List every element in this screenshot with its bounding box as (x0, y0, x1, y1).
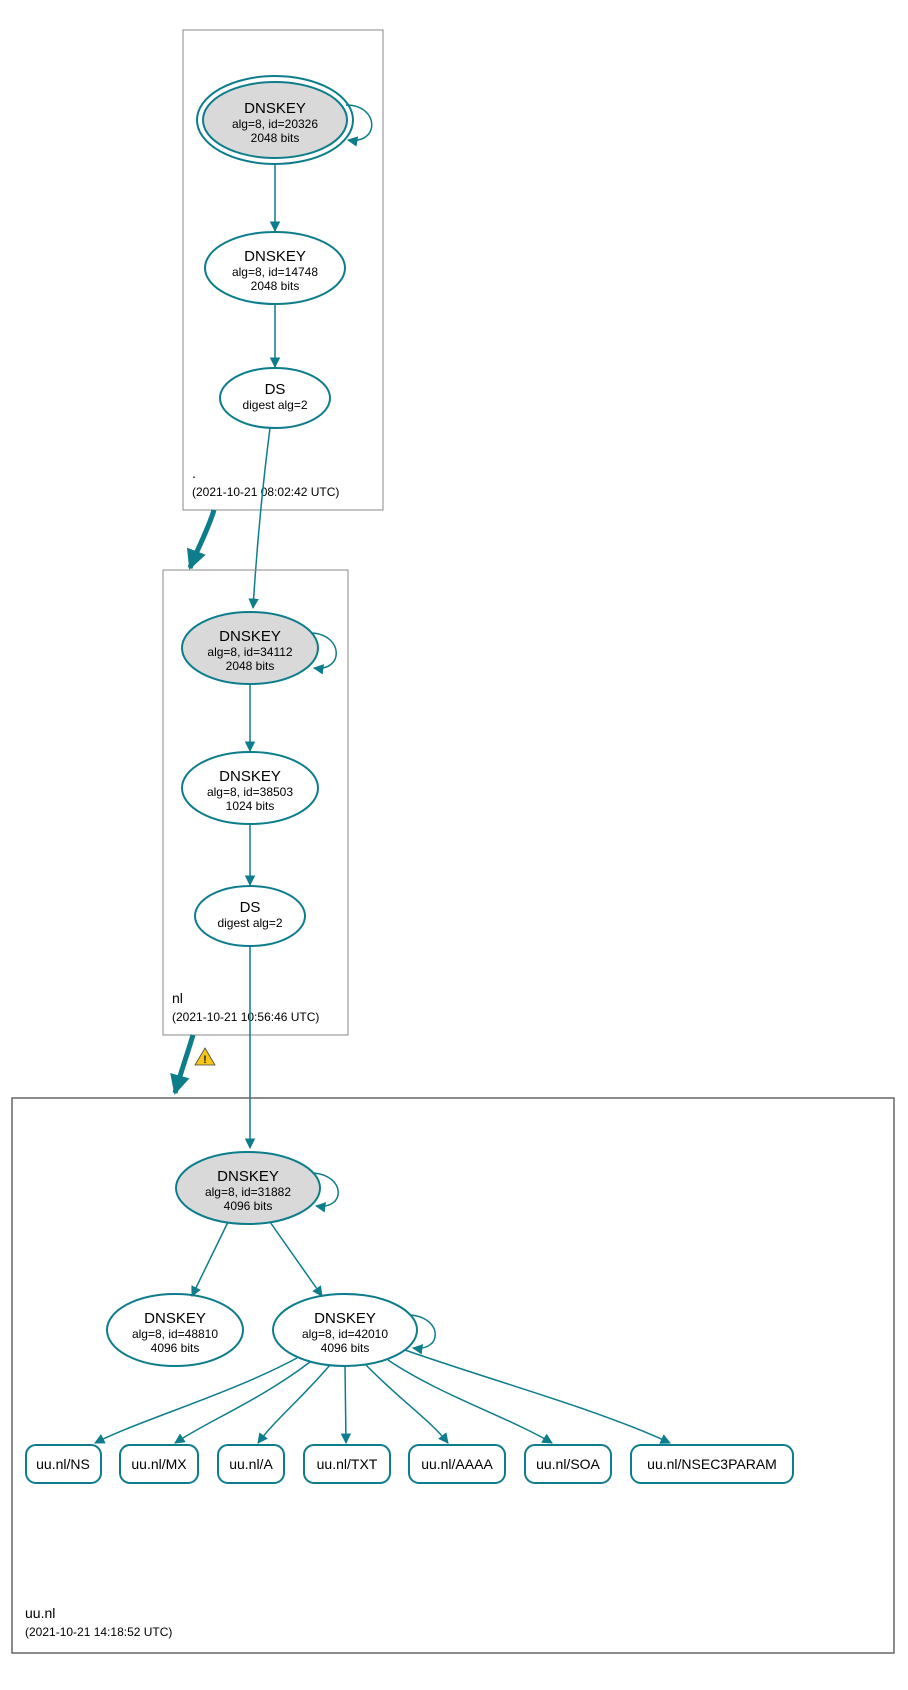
rr-mx: uu.nl/MX (120, 1445, 198, 1483)
uu-zsk2-sub2: 4096 bits (321, 1341, 370, 1355)
rr-txt: uu.nl/TXT (304, 1445, 390, 1483)
uu-ksk-sub1: alg=8, id=31882 (205, 1185, 291, 1199)
root-zone-ts: (2021-10-21 08:02:42 UTC) (192, 485, 339, 499)
svg-text:uu.nl/MX: uu.nl/MX (131, 1456, 187, 1472)
rr-soa: uu.nl/SOA (525, 1445, 611, 1483)
root-ksk-sub1: alg=8, id=20326 (232, 117, 318, 131)
nl-zsk-title: DNSKEY (219, 768, 281, 785)
uu-ksk-title: DNSKEY (217, 1168, 279, 1185)
svg-text:uu.nl/NSEC3PARAM: uu.nl/NSEC3PARAM (647, 1456, 777, 1472)
nl-zone-ts: (2021-10-21 10:56:46 UTC) (172, 1010, 319, 1024)
nl-dnskey-zsk: DNSKEY alg=8, id=38503 1024 bits (182, 752, 318, 824)
uu-zsk2-title: DNSKEY (314, 1310, 376, 1327)
root-dnskey-zsk: DNSKEY alg=8, id=14748 2048 bits (205, 232, 345, 304)
svg-text:uu.nl/NS: uu.nl/NS (36, 1456, 90, 1472)
svg-text:uu.nl/AAAA: uu.nl/AAAA (421, 1456, 493, 1472)
svg-text:uu.nl/TXT: uu.nl/TXT (317, 1456, 378, 1472)
nl-zsk-sub2: 1024 bits (226, 799, 275, 813)
uu-zone-ts: (2021-10-21 14:18:52 UTC) (25, 1625, 172, 1639)
rr-aaaa: uu.nl/AAAA (409, 1445, 505, 1483)
rr-ns: uu.nl/NS (26, 1445, 101, 1483)
root-ksk-title: DNSKEY (244, 100, 306, 117)
nl-ds: DS digest alg=2 (195, 886, 305, 946)
svg-text:uu.nl/SOA: uu.nl/SOA (536, 1456, 600, 1472)
uu-dnskey-ksk: DNSKEY alg=8, id=31882 4096 bits (176, 1152, 320, 1224)
nl-dnskey-ksk: DNSKEY alg=8, id=34112 2048 bits (182, 612, 318, 684)
root-zsk-sub1: alg=8, id=14748 (232, 265, 318, 279)
root-zsk-sub2: 2048 bits (251, 279, 300, 293)
uu-zsk1-title: DNSKEY (144, 1310, 206, 1327)
root-ksk-sub2: 2048 bits (251, 131, 300, 145)
rr-a: uu.nl/A (218, 1445, 284, 1483)
uu-zsk2-sub1: alg=8, id=42010 (302, 1327, 388, 1341)
warning-icon: ! (195, 1048, 215, 1066)
root-ds-title: DS (265, 381, 286, 398)
uu-zone-name: uu.nl (25, 1605, 55, 1621)
uu-dnskey-zsk2: DNSKEY alg=8, id=42010 4096 bits (273, 1294, 417, 1366)
svg-text:uu.nl/A: uu.nl/A (229, 1456, 273, 1472)
nl-ksk-sub1: alg=8, id=34112 (207, 645, 293, 659)
nl-ksk-title: DNSKEY (219, 628, 281, 645)
root-ds: DS digest alg=2 (220, 368, 330, 428)
uu-zsk1-sub1: alg=8, id=48810 (132, 1327, 218, 1341)
uu-dnskey-zsk1: DNSKEY alg=8, id=48810 4096 bits (107, 1294, 243, 1366)
nl-ds-sub1: digest alg=2 (217, 916, 282, 930)
nl-ds-title: DS (240, 899, 261, 916)
root-zsk-title: DNSKEY (244, 248, 306, 265)
nl-ksk-sub2: 2048 bits (226, 659, 275, 673)
uu-zsk1-sub2: 4096 bits (151, 1341, 200, 1355)
root-dnskey-ksk: DNSKEY alg=8, id=20326 2048 bits (197, 76, 353, 164)
svg-text:!: ! (203, 1054, 207, 1066)
root-zone-name: . (192, 465, 196, 481)
rr-nsec3: uu.nl/NSEC3PARAM (631, 1445, 793, 1483)
uu-ksk-sub2: 4096 bits (224, 1199, 273, 1213)
root-ds-sub1: digest alg=2 (242, 398, 307, 412)
nl-zone-name: nl (172, 990, 183, 1006)
nl-zsk-sub1: alg=8, id=38503 (207, 785, 293, 799)
